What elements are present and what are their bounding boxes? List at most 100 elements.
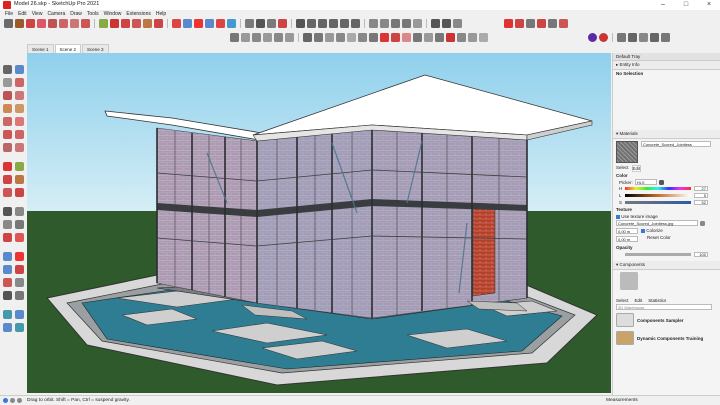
use-texture-checkbox[interactable] — [616, 214, 620, 219]
opacity-value[interactable]: 100 — [694, 252, 708, 257]
model-viewport[interactable] — [27, 53, 611, 393]
subtract-icon[interactable] — [274, 32, 283, 42]
3d-warehouse-icon[interactable] — [245, 18, 254, 28]
walk-tool-icon[interactable] — [15, 291, 24, 300]
section-display-icon[interactable] — [442, 18, 451, 28]
shadows-icon[interactable] — [453, 18, 462, 28]
hue-value[interactable]: 27 — [694, 186, 708, 191]
outer-shell-icon[interactable] — [241, 32, 250, 42]
pie-icon[interactable] — [15, 143, 24, 152]
zoom-window-icon[interactable] — [15, 265, 24, 274]
hue-slider[interactable] — [625, 187, 691, 190]
left-view-icon[interactable] — [351, 18, 360, 28]
zoom-extents-tool-icon[interactable] — [3, 278, 12, 287]
materials-header[interactable]: ▾ Materials — [613, 130, 720, 139]
split-icon[interactable] — [303, 32, 312, 42]
component-search-input[interactable]: 3D Warehouse — [616, 304, 712, 310]
lightness-slider[interactable] — [625, 194, 691, 197]
move-tool-icon[interactable] — [110, 18, 119, 28]
component-list-item-1[interactable]: Components Sampler — [613, 311, 720, 329]
protractor-icon[interactable] — [358, 32, 367, 42]
follow-me-icon[interactable] — [15, 175, 24, 184]
material-swatch[interactable] — [616, 141, 638, 163]
sample-color-icon[interactable] — [658, 179, 664, 185]
zoom-extents-icon[interactable] — [216, 18, 225, 28]
opacity-slider[interactable] — [625, 253, 691, 256]
xray-style-icon[interactable] — [369, 18, 378, 28]
walk-icon[interactable] — [413, 32, 422, 42]
freehand-icon[interactable] — [15, 91, 24, 100]
pan-tool-icon[interactable] — [194, 18, 203, 28]
entity-info-header[interactable]: ▸ Entity Info — [613, 61, 720, 70]
union-icon[interactable] — [263, 32, 272, 42]
make-component-icon[interactable] — [15, 65, 24, 74]
geolocation-status-icon[interactable] — [3, 398, 8, 403]
rectangle-icon[interactable] — [3, 104, 12, 113]
components-icon[interactable] — [435, 32, 444, 42]
protractor-tool-icon[interactable] — [3, 220, 12, 229]
previous-view-icon[interactable] — [15, 278, 24, 287]
offset-icon[interactable] — [15, 188, 24, 197]
text-icon[interactable] — [15, 220, 24, 229]
polygon-tool-icon[interactable] — [81, 18, 90, 28]
circle-icon[interactable] — [3, 117, 12, 126]
materials-tab-edit[interactable]: Edit — [631, 165, 642, 172]
front-view-icon[interactable] — [318, 18, 327, 28]
zoom-icon[interactable] — [3, 265, 12, 274]
render-settings-icon[interactable] — [650, 32, 659, 42]
tab-scene-1[interactable]: Scene 1 — [27, 44, 54, 53]
3d-text-tool-icon[interactable] — [15, 233, 24, 242]
rectangle-tool-icon[interactable] — [59, 18, 68, 28]
geo-location-icon[interactable] — [468, 32, 477, 42]
top-view-icon[interactable] — [307, 18, 316, 28]
close-icon[interactable]: × — [698, 0, 720, 10]
section-plane-tool-icon[interactable] — [3, 310, 12, 319]
pan-icon[interactable] — [15, 252, 24, 261]
sandbox-icon[interactable] — [504, 18, 513, 28]
select-tool-icon[interactable] — [4, 18, 13, 28]
two-point-arc-icon[interactable] — [15, 130, 24, 139]
add-detail-icon[interactable] — [548, 18, 557, 28]
push-pull-icon[interactable] — [15, 162, 24, 171]
axes-tool-icon[interactable] — [3, 233, 12, 242]
tape-icon[interactable] — [3, 207, 12, 216]
lightness-value[interactable]: 5 — [694, 193, 708, 198]
select-icon[interactable] — [3, 65, 12, 74]
display-section-icon[interactable] — [15, 310, 24, 319]
rotate-icon[interactable] — [3, 175, 12, 184]
rotated-rectangle-icon[interactable] — [15, 104, 24, 113]
match-photo-icon[interactable] — [446, 32, 455, 42]
texture-file-field[interactable]: Concrete_Scored_Jointless.jpg — [616, 220, 698, 226]
batch-render-icon[interactable] — [661, 32, 670, 42]
three-point-arc-icon[interactable] — [3, 143, 12, 152]
eraser-tool-icon[interactable] — [15, 18, 24, 28]
look-around-icon[interactable] — [402, 32, 411, 42]
extension-manager-icon[interactable] — [278, 18, 287, 28]
dimensions-icon[interactable] — [15, 207, 24, 216]
flip-edge-icon[interactable] — [559, 18, 568, 28]
record-icon[interactable] — [599, 32, 608, 42]
colorize-checkbox[interactable] — [641, 228, 645, 233]
line-icon[interactable] — [3, 91, 12, 100]
minimize-icon[interactable]: – — [652, 0, 674, 10]
section-fill-icon[interactable] — [15, 323, 24, 332]
layout-icon[interactable] — [267, 18, 276, 28]
extension-warehouse-icon[interactable] — [256, 18, 265, 28]
back-view-icon[interactable] — [340, 18, 349, 28]
offset-tool-icon[interactable] — [154, 18, 163, 28]
paint-bucket-icon[interactable] — [424, 32, 433, 42]
freehand-tool-icon[interactable] — [37, 18, 46, 28]
shaded-icon[interactable] — [413, 18, 422, 28]
position-camera-icon[interactable] — [227, 18, 236, 28]
dimension-icon[interactable] — [347, 32, 356, 42]
profile-builder-icon[interactable] — [588, 32, 597, 42]
back-edges-icon[interactable] — [380, 18, 389, 28]
styles-icon[interactable] — [325, 32, 334, 42]
credits-status-icon[interactable] — [10, 398, 15, 403]
sections-icon[interactable] — [431, 18, 440, 28]
polygon-icon[interactable] — [15, 117, 24, 126]
help-status-icon[interactable] — [17, 398, 22, 403]
hidden-line-icon[interactable] — [402, 18, 411, 28]
axes-icon[interactable] — [369, 32, 378, 42]
paint-icon[interactable] — [3, 78, 12, 87]
